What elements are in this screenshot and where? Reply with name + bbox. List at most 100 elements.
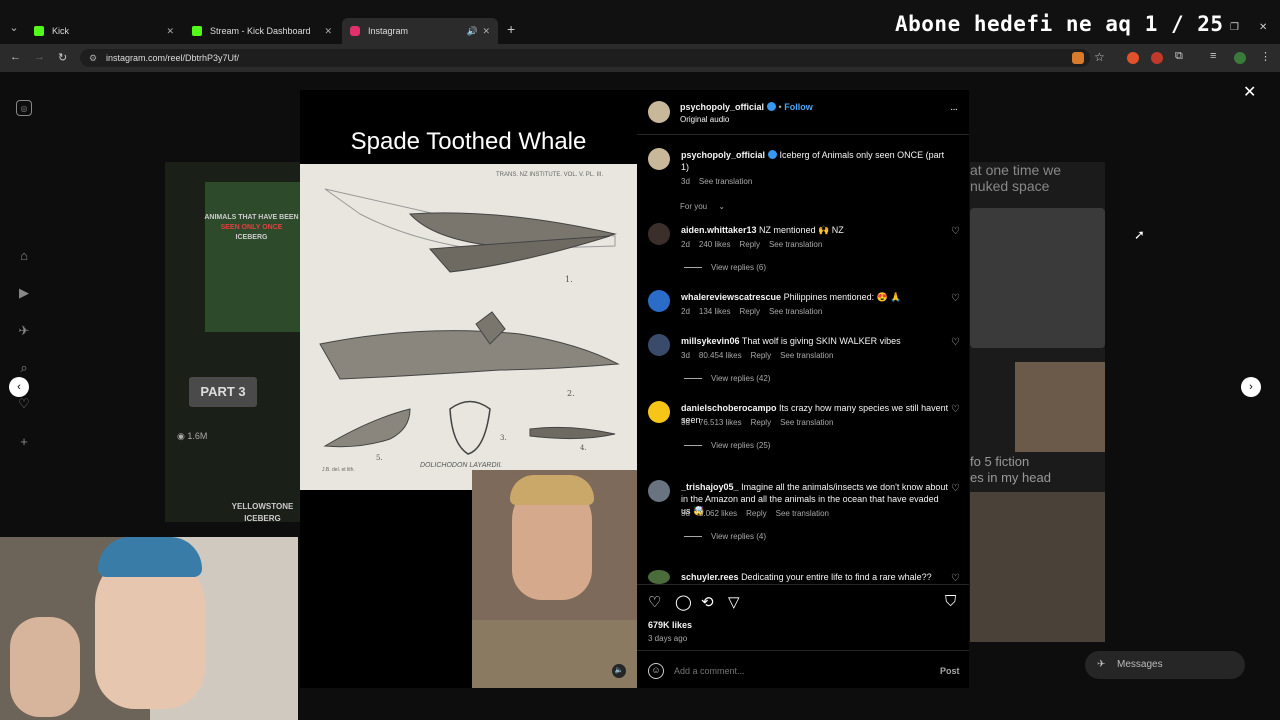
comment-like-heart-icon[interactable]: ♡ bbox=[951, 337, 960, 348]
speaker-icon[interactable]: 🔊 bbox=[467, 26, 478, 37]
verified-icon bbox=[767, 102, 777, 111]
extension-icon[interactable] bbox=[1127, 52, 1139, 64]
see-translation-link[interactable]: See translation bbox=[780, 418, 833, 427]
save-bookmark-icon[interactable]: ⛉ bbox=[945, 593, 956, 610]
comment-like-heart-icon[interactable]: ♡ bbox=[951, 404, 960, 415]
comment-username[interactable]: aiden.whittaker13 bbox=[681, 225, 757, 235]
close-modal-icon[interactable]: ✕ bbox=[1243, 82, 1256, 102]
notifications-icon[interactable]: ♡ bbox=[16, 396, 32, 412]
media-queue-icon[interactable]: ≡ bbox=[1210, 50, 1216, 62]
close-window-icon[interactable]: ✕ bbox=[1259, 22, 1267, 33]
like-heart-icon[interactable]: ♡ bbox=[648, 593, 661, 611]
see-translation-link[interactable]: See translation bbox=[769, 307, 822, 316]
instagram-logo-icon[interactable]: ◎ bbox=[16, 100, 32, 116]
reload-icon[interactable]: ↻ bbox=[58, 51, 67, 64]
see-translation-link[interactable]: See translation bbox=[699, 177, 752, 186]
commenter-avatar[interactable] bbox=[648, 401, 670, 423]
reply-link[interactable]: Reply bbox=[746, 509, 766, 518]
messages-button[interactable]: ✈ Messages bbox=[1085, 651, 1245, 679]
commenter-avatar[interactable] bbox=[648, 570, 670, 584]
extension-icon[interactable] bbox=[1072, 52, 1084, 64]
comment-username[interactable]: _trishajoy05_ bbox=[681, 482, 739, 492]
next-post-icon[interactable]: › bbox=[1241, 377, 1261, 397]
follow-button[interactable]: Follow bbox=[784, 102, 813, 112]
back-icon[interactable]: ← bbox=[10, 51, 21, 63]
reels-icon[interactable]: ▶ bbox=[16, 285, 32, 301]
comment-likes[interactable]: 76.513 likes bbox=[699, 418, 742, 427]
view-replies-link[interactable]: View replies (4) bbox=[684, 532, 766, 541]
for-you-sort[interactable]: For you ⌄ bbox=[680, 202, 734, 211]
reply-link[interactable]: Reply bbox=[739, 307, 759, 316]
comment-username[interactable]: millsykevin06 bbox=[681, 336, 740, 346]
home-icon[interactable]: ⌂ bbox=[16, 248, 32, 264]
comment-text: NZ mentioned 🙌 NZ bbox=[759, 225, 844, 235]
likes-count[interactable]: 679K likes bbox=[648, 620, 692, 630]
profile-avatar[interactable] bbox=[1234, 52, 1246, 64]
comment-likes[interactable]: 240 likes bbox=[699, 240, 731, 249]
author-avatar[interactable] bbox=[648, 148, 670, 170]
browser-menu-icon[interactable]: ⋮ bbox=[1260, 50, 1271, 63]
creator-facecam bbox=[472, 470, 637, 688]
comment-username[interactable]: whalereviewscatrescue bbox=[681, 292, 781, 302]
site-info-icon[interactable]: ⚙ bbox=[89, 49, 97, 67]
comment-likes[interactable]: 3.062 likes bbox=[699, 509, 737, 518]
see-translation-link[interactable]: See translation bbox=[769, 240, 822, 249]
reply-link[interactable]: Reply bbox=[751, 351, 771, 360]
create-icon[interactable]: + bbox=[16, 434, 32, 450]
view-replies-link[interactable]: View replies (25) bbox=[684, 441, 770, 450]
tab-instagram[interactable]: Instagram 🔊 ✕ bbox=[342, 18, 498, 44]
comment-like-heart-icon[interactable]: ♡ bbox=[951, 226, 960, 237]
extension-icon[interactable] bbox=[1151, 52, 1163, 64]
commenter-avatar[interactable] bbox=[648, 223, 670, 245]
emoji-icon[interactable]: ☺ bbox=[648, 663, 664, 679]
commenter-avatar[interactable] bbox=[648, 334, 670, 356]
commenter-avatar[interactable] bbox=[648, 290, 670, 312]
previous-post-icon[interactable]: ‹ bbox=[9, 377, 29, 397]
streamer-headband bbox=[98, 537, 202, 577]
comment-like-heart-icon[interactable]: ♡ bbox=[951, 293, 960, 304]
messages-label: Messages bbox=[1117, 659, 1163, 670]
reply-link[interactable]: Reply bbox=[739, 240, 759, 249]
tab-close-icon[interactable]: ✕ bbox=[166, 26, 174, 37]
comment-like-heart-icon[interactable]: ♡ bbox=[951, 483, 960, 494]
tab-kick[interactable]: Kick ✕ bbox=[26, 18, 182, 44]
comment-likes[interactable]: 80.454 likes bbox=[699, 351, 742, 360]
comment-like-heart-icon[interactable]: ♡ bbox=[951, 573, 960, 584]
adjacent-reel-left[interactable]: ANIMALS THAT HAVE BEEN SEEN ONLY ONCE IC… bbox=[165, 162, 300, 523]
tab-kick-dashboard[interactable]: Stream - Kick Dashboard ✕ bbox=[184, 18, 340, 44]
url-field[interactable]: ⚙ instagram.com/reel/DbtrhP3y7Uf/ bbox=[80, 49, 1090, 67]
see-translation-link[interactable]: See translation bbox=[776, 509, 829, 518]
see-translation-link[interactable]: See translation bbox=[780, 351, 833, 360]
mute-icon[interactable]: 🔈 bbox=[612, 664, 626, 678]
direct-icon[interactable]: ✈ bbox=[16, 323, 32, 339]
comment-likes[interactable]: 134 likes bbox=[699, 307, 731, 316]
new-tab-button[interactable]: + bbox=[507, 22, 515, 36]
comment-username[interactable]: danielschoberocampo bbox=[681, 403, 777, 413]
bookmark-star-icon[interactable]: ☆ bbox=[1094, 50, 1105, 64]
author-username[interactable]: psychopoly_official bbox=[680, 102, 764, 112]
share-icon[interactable]: ▽ bbox=[728, 593, 740, 611]
more-options-icon[interactable]: ··· bbox=[950, 104, 958, 115]
repost-icon[interactable]: ⟲ bbox=[701, 593, 714, 611]
post-comment-button[interactable]: Post bbox=[940, 666, 960, 676]
comment-username[interactable]: schuyler.rees bbox=[681, 572, 739, 582]
original-audio-link[interactable]: Original audio bbox=[680, 115, 729, 124]
caption-username[interactable]: psychopoly_official bbox=[681, 150, 765, 160]
search-icon[interactable]: ⌕ bbox=[16, 360, 32, 376]
restore-icon[interactable]: ❐ bbox=[1230, 22, 1239, 33]
author-avatar[interactable] bbox=[648, 101, 670, 123]
kick-favicon-icon bbox=[34, 26, 44, 36]
commenter-avatar[interactable] bbox=[648, 480, 670, 502]
adjacent-reel-right[interactable]: at one time we nuked space fo 5 fiction … bbox=[970, 162, 1105, 642]
tab-close-icon[interactable]: ✕ bbox=[324, 26, 332, 37]
add-comment-input[interactable] bbox=[674, 663, 914, 679]
comment-meta: 3d 76.513 likes Reply See translation bbox=[681, 418, 842, 427]
view-replies-link[interactable]: View replies (42) bbox=[684, 374, 770, 383]
tab-close-icon[interactable]: ✕ bbox=[482, 26, 490, 37]
forward-icon[interactable]: → bbox=[34, 51, 45, 63]
view-replies-link[interactable]: View replies (6) bbox=[684, 263, 766, 272]
extensions-puzzle-icon[interactable]: ⧉ bbox=[1175, 50, 1183, 63]
comment-icon[interactable]: ◯ bbox=[675, 593, 692, 611]
reply-link[interactable]: Reply bbox=[751, 418, 771, 427]
tab-search-dropdown-icon[interactable]: ⌄ bbox=[6, 20, 22, 36]
